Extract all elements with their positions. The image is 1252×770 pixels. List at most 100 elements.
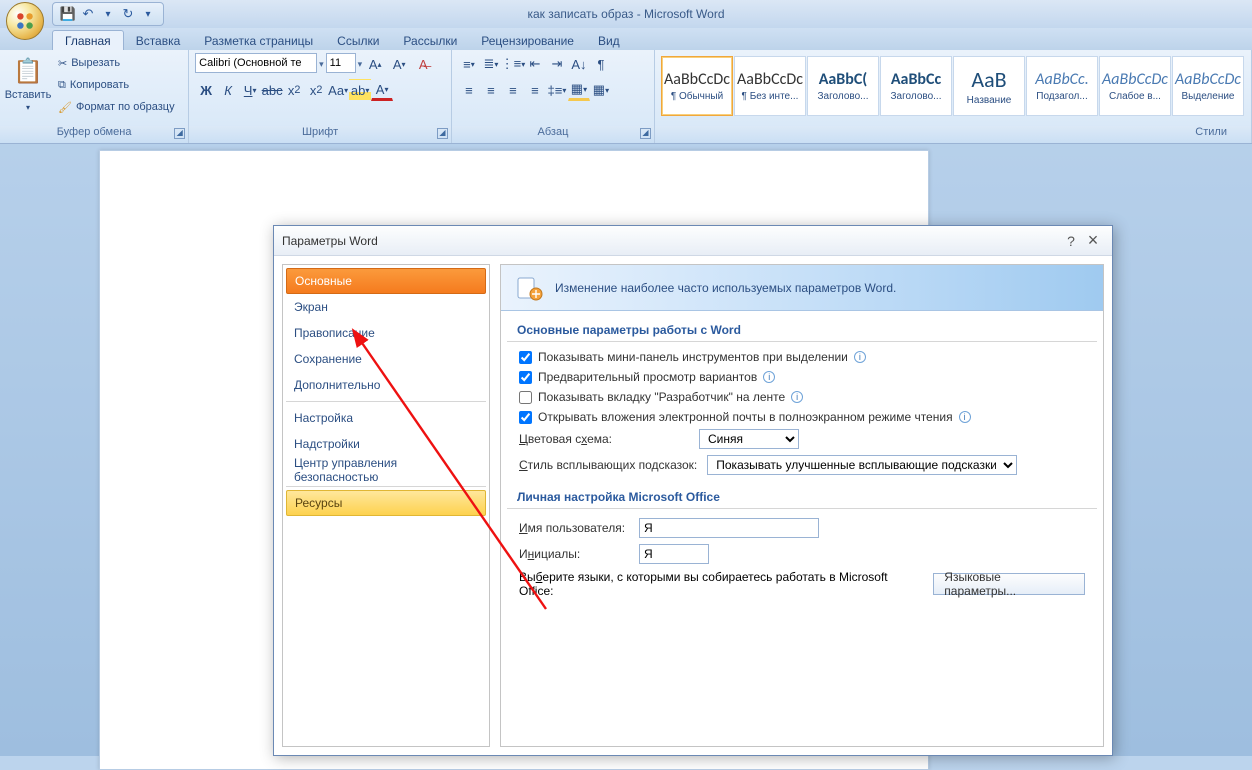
- option-checkbox[interactable]: [519, 351, 532, 364]
- office-button[interactable]: [6, 2, 44, 40]
- align-left-button[interactable]: ≡: [458, 79, 480, 101]
- dialog-nav-item[interactable]: Центр управления безопасностью: [286, 457, 486, 483]
- option-label: Показывать вкладку "Разработчик" на лент…: [538, 390, 785, 404]
- dialog-nav-item[interactable]: Надстройки: [286, 431, 486, 457]
- subscript-button[interactable]: x2: [283, 79, 305, 101]
- undo-icon[interactable]: ↶: [79, 5, 97, 23]
- color-scheme-select[interactable]: Синяя: [699, 429, 799, 449]
- shading-button[interactable]: ▦▾: [568, 79, 590, 101]
- brush-icon: 🖌: [58, 101, 72, 114]
- cut-icon: ✂: [58, 57, 67, 70]
- tab-mailings[interactable]: Рассылки: [391, 31, 469, 50]
- language-settings-button[interactable]: Языковые параметры...: [933, 573, 1085, 595]
- username-label: Имя пользователя:: [519, 521, 629, 535]
- dialog-nav-item[interactable]: Основные: [286, 268, 486, 294]
- highlight-button[interactable]: ab▾: [349, 79, 371, 101]
- ribbon-tabs: Главная Вставка Разметка страницы Ссылки…: [0, 28, 1252, 50]
- dialog-nav-item[interactable]: Дополнительно: [286, 372, 486, 398]
- multilevel-button[interactable]: ⋮≡▾: [502, 53, 524, 75]
- clear-format-button[interactable]: A̶: [412, 53, 434, 75]
- bullets-button[interactable]: ≡▾: [458, 53, 480, 75]
- shrink-font-button[interactable]: A▾: [388, 53, 410, 75]
- option-label: Показывать мини-панель инструментов при …: [538, 350, 848, 364]
- font-name-combo[interactable]: Calibri (Основной те: [195, 53, 317, 73]
- lang-text: Выберите языки, с которыми вы собираетес…: [519, 570, 919, 598]
- tab-insert[interactable]: Вставка: [124, 31, 193, 50]
- font-launcher[interactable]: ◢: [437, 128, 448, 139]
- clipboard-launcher[interactable]: ◢: [174, 128, 185, 139]
- info-icon[interactable]: i: [791, 391, 803, 403]
- redo-icon[interactable]: ↻: [119, 5, 137, 23]
- show-marks-button[interactable]: ¶: [590, 53, 612, 75]
- dialog-nav-item[interactable]: Правописание: [286, 320, 486, 346]
- option-row: Показывать мини-панель инструментов при …: [519, 350, 1085, 364]
- style-item[interactable]: AaBbC(Заголово...: [807, 56, 879, 116]
- style-item[interactable]: AaBbCcЗаголово...: [880, 56, 952, 116]
- dialog-nav-item[interactable]: Настройка: [286, 405, 486, 431]
- cut-button[interactable]: ✂Вырезать: [54, 53, 179, 73]
- username-input[interactable]: [639, 518, 819, 538]
- info-icon[interactable]: i: [854, 351, 866, 363]
- bold-button[interactable]: Ж: [195, 79, 217, 101]
- settings-icon: [515, 273, 545, 303]
- paste-button[interactable]: 📋 Вставить ▾: [6, 53, 50, 112]
- option-checkbox[interactable]: [519, 391, 532, 404]
- tab-review[interactable]: Рецензирование: [469, 31, 586, 50]
- undo-menu-icon[interactable]: ▾: [99, 5, 117, 23]
- borders-button[interactable]: ▦▾: [590, 79, 612, 101]
- option-checkbox[interactable]: [519, 411, 532, 424]
- tooltip-style-select[interactable]: Показывать улучшенные всплывающие подска…: [707, 455, 1017, 475]
- quick-access-toolbar: 💾 ↶ ▾ ↻ ▾: [52, 2, 164, 26]
- strike-button[interactable]: abc: [261, 79, 283, 101]
- initials-label: Инициалы:: [519, 547, 629, 561]
- italic-button[interactable]: К: [217, 79, 239, 101]
- font-color-button[interactable]: A▾: [371, 79, 393, 101]
- tab-pagelayout[interactable]: Разметка страницы: [192, 31, 325, 50]
- tab-view[interactable]: Вид: [586, 31, 632, 50]
- font-size-combo[interactable]: 11: [326, 53, 356, 73]
- align-right-button[interactable]: ≡: [502, 79, 524, 101]
- style-item[interactable]: AaBbCc.Подзагол...: [1026, 56, 1098, 116]
- qat-customize-icon[interactable]: ▾: [139, 5, 157, 23]
- initials-input[interactable]: [639, 544, 709, 564]
- style-item[interactable]: AaBbCcDcСлабое в...: [1099, 56, 1171, 116]
- format-painter-button[interactable]: 🖌Формат по образцу: [54, 97, 179, 117]
- indent-button[interactable]: ⇥: [546, 53, 568, 75]
- info-icon[interactable]: i: [763, 371, 775, 383]
- outdent-button[interactable]: ⇤: [524, 53, 546, 75]
- change-case-button[interactable]: Aa▾: [327, 79, 349, 101]
- line-spacing-button[interactable]: ‡≡▾: [546, 79, 568, 101]
- dialog-nav: ОсновныеЭкранПравописаниеСохранениеДопол…: [282, 264, 490, 747]
- sort-button[interactable]: A↓: [568, 53, 590, 75]
- option-checkbox[interactable]: [519, 371, 532, 384]
- dialog-nav-item[interactable]: Экран: [286, 294, 486, 320]
- style-item[interactable]: AaBНазвание: [953, 56, 1025, 116]
- dialog-nav-item[interactable]: Сохранение: [286, 346, 486, 372]
- color-scheme-label: Цветовая схема:: [519, 432, 689, 446]
- numbering-button[interactable]: ≣▾: [480, 53, 502, 75]
- underline-button[interactable]: Ч▾: [239, 79, 261, 101]
- grow-font-button[interactable]: A▴: [364, 53, 386, 75]
- align-center-button[interactable]: ≡: [480, 79, 502, 101]
- copy-button[interactable]: ⧉Копировать: [54, 75, 179, 95]
- paste-label: Вставить: [5, 89, 52, 101]
- dialog-close-button[interactable]: ×: [1082, 230, 1104, 251]
- styles-group-label: Стили: [1195, 126, 1227, 138]
- ribbon: 📋 Вставить ▾ ✂Вырезать ⧉Копировать 🖌Форм…: [0, 50, 1252, 144]
- justify-button[interactable]: ≡: [524, 79, 546, 101]
- paragraph-launcher[interactable]: ◢: [640, 128, 651, 139]
- tab-references[interactable]: Ссылки: [325, 31, 391, 50]
- style-item[interactable]: AaBbCcDc¶ Обычный: [661, 56, 733, 116]
- tab-home[interactable]: Главная: [52, 30, 124, 50]
- superscript-button[interactable]: x2: [305, 79, 327, 101]
- info-icon[interactable]: i: [959, 411, 971, 423]
- dialog-nav-item[interactable]: Ресурсы: [286, 490, 486, 516]
- option-row: Открывать вложения электронной почты в п…: [519, 410, 1085, 424]
- style-gallery[interactable]: AaBbCcDc¶ ОбычныйAaBbCcDc¶ Без инте...Aa…: [661, 56, 1245, 116]
- style-item[interactable]: AaBbCcDc¶ Без инте...: [734, 56, 806, 116]
- dialog-help-button[interactable]: ?: [1060, 233, 1082, 249]
- style-item[interactable]: AaBbCcDcВыделение: [1172, 56, 1244, 116]
- option-row: Предварительный просмотр вариантовi: [519, 370, 1085, 384]
- paragraph-group-label: Абзац: [538, 126, 569, 138]
- save-icon[interactable]: 💾: [59, 5, 77, 23]
